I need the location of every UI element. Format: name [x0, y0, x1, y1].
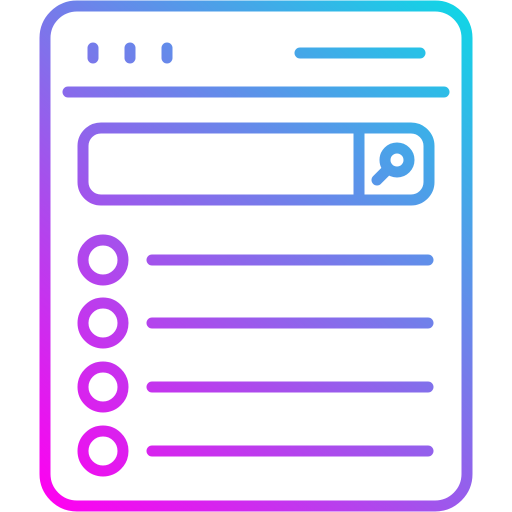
search-input[interactable]: [77, 122, 435, 206]
list-item[interactable]: [77, 361, 434, 413]
list-item[interactable]: [77, 425, 434, 477]
browser-search-list-icon: [39, 0, 473, 512]
list-item[interactable]: [77, 297, 434, 349]
list-item[interactable]: [77, 234, 434, 286]
icon-canvas: [0, 0, 512, 512]
radio-circle-icon[interactable]: [77, 234, 129, 286]
search-icon[interactable]: [371, 142, 415, 186]
radio-circle-icon[interactable]: [77, 425, 129, 477]
radio-circle-icon[interactable]: [77, 297, 129, 349]
radio-circle-icon[interactable]: [77, 361, 129, 413]
